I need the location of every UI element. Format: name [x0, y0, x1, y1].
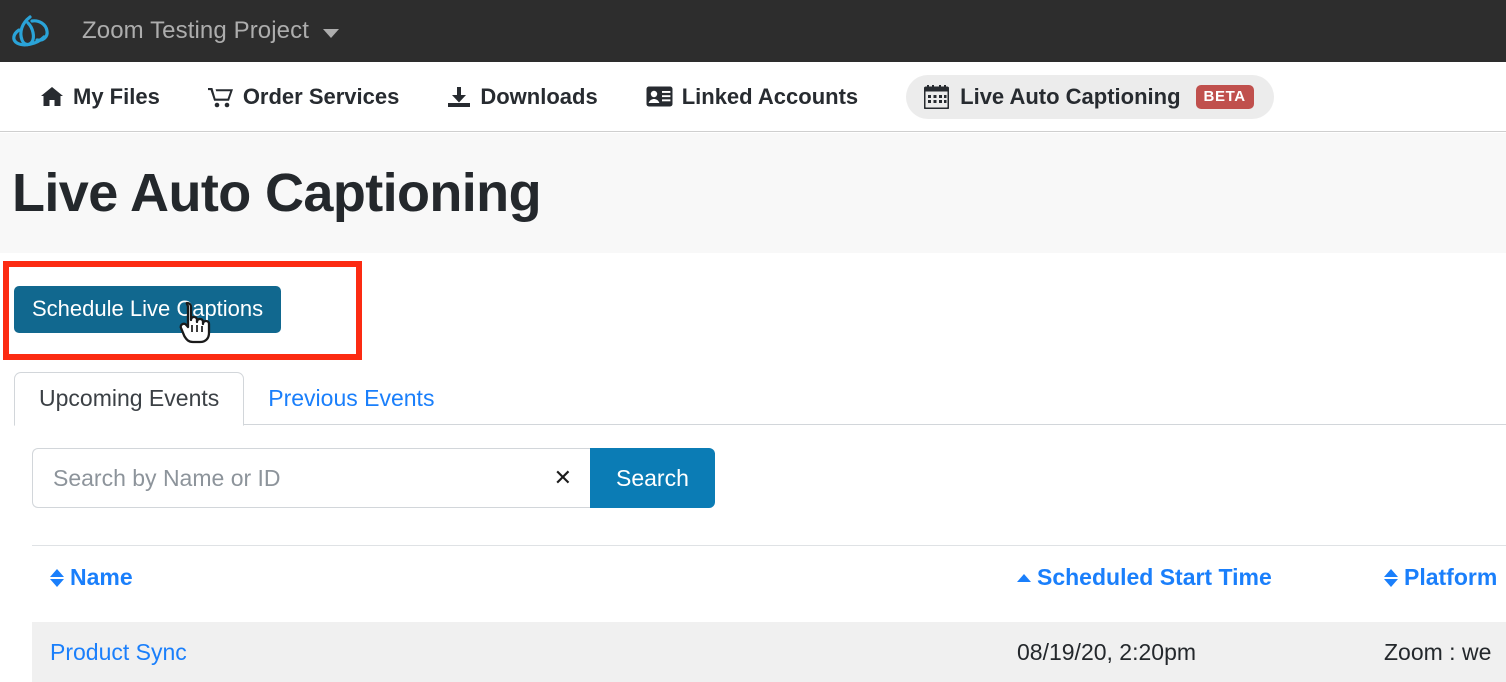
nav-item-live-auto-captioning[interactable]: Live Auto Captioning BETA — [906, 75, 1274, 119]
tab-previous-events[interactable]: Previous Events — [244, 373, 458, 425]
sort-asc-icon — [1017, 574, 1031, 582]
column-header-label: Name — [70, 564, 133, 591]
project-name-label: Zoom Testing Project — [82, 17, 309, 45]
event-tabs: Upcoming Events Previous Events — [14, 367, 458, 425]
beta-badge: BETA — [1196, 85, 1254, 109]
search-input[interactable] — [33, 449, 590, 507]
table-row: Product Sync 08/19/20, 2:20pm Zoom : we — [32, 622, 1506, 682]
column-header-scheduled-start-time[interactable]: Scheduled Start Time — [1017, 564, 1272, 591]
search-button[interactable]: Search — [590, 448, 715, 508]
nav-label: My Files — [73, 84, 160, 110]
top-bar: Zoom Testing Project — [0, 0, 1506, 62]
sort-both-icon — [50, 569, 64, 587]
nav-item-my-files[interactable]: My Files — [40, 76, 160, 118]
tab-upcoming-events[interactable]: Upcoming Events — [14, 372, 244, 426]
column-header-platform[interactable]: Platform — [1384, 564, 1497, 591]
sort-both-icon — [1384, 569, 1398, 587]
table-header-row: Name Scheduled Start Time Platform — [32, 546, 1506, 622]
search-field-wrapper: ✕ — [32, 448, 590, 508]
nav-item-order-services[interactable]: Order Services — [208, 76, 400, 118]
column-header-name[interactable]: Name — [50, 564, 133, 591]
chevron-down-icon — [323, 29, 339, 38]
nav-label: Order Services — [243, 84, 400, 110]
events-table: Name Scheduled Start Time Platform Produ… — [32, 545, 1506, 622]
project-switcher[interactable]: Zoom Testing Project — [82, 17, 339, 45]
nav-label: Live Auto Captioning — [960, 84, 1180, 110]
schedule-live-captions-button[interactable]: Schedule Live Captions — [14, 286, 281, 333]
search-row: ✕ Search — [32, 448, 715, 508]
nav-label: Downloads — [480, 84, 597, 110]
main-navigation: My Files Order Services Downloads Linked… — [0, 62, 1506, 132]
close-x-icon[interactable]: ✕ — [550, 465, 576, 491]
page-content: Schedule Live Captions Upcoming Events P… — [0, 253, 1506, 662]
column-header-label: Platform — [1404, 564, 1497, 591]
page-title: Live Auto Captioning — [0, 162, 541, 224]
page-title-band: Live Auto Captioning — [0, 133, 1506, 253]
id-card-icon — [646, 86, 673, 107]
nav-label: Linked Accounts — [682, 84, 858, 110]
home-icon — [40, 86, 64, 108]
column-header-label: Scheduled Start Time — [1037, 564, 1272, 591]
swirl-logo-icon[interactable] — [0, 0, 62, 62]
nav-item-downloads[interactable]: Downloads — [447, 76, 597, 118]
nav-item-linked-accounts[interactable]: Linked Accounts — [646, 76, 858, 118]
calendar-icon — [924, 85, 949, 109]
shopping-cart-icon — [208, 86, 234, 108]
download-icon — [447, 86, 471, 108]
